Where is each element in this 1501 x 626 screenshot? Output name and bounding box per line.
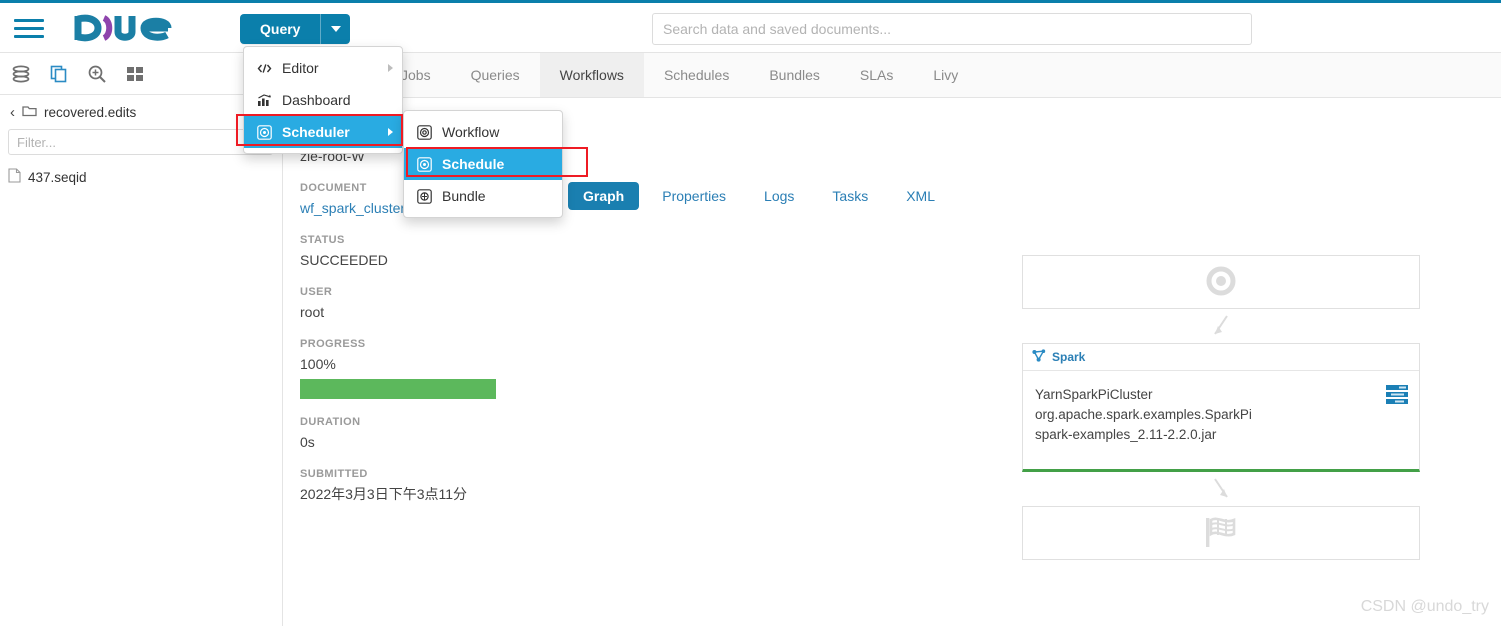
menu-item-schedule[interactable]: Schedule — [404, 148, 562, 180]
search-plus-icon[interactable] — [86, 63, 108, 85]
documents-icon[interactable] — [48, 63, 70, 85]
tab-logs[interactable]: Logs — [749, 182, 809, 210]
back-chevron-icon[interactable]: ‹ — [10, 105, 15, 120]
spark-node-header: Spark — [1023, 344, 1419, 371]
submenu-arrow-icon — [388, 128, 393, 136]
query-dropdown-menu: Editor Dashboard Scheduler — [243, 46, 403, 154]
spark-node-line-3: spark-examples_2.11-2.2.0.jar — [1035, 427, 1217, 442]
arrow-down-right-icon — [1022, 472, 1420, 506]
menu-item-label: Schedule — [442, 156, 505, 172]
menu-item-scheduler[interactable]: Scheduler — [244, 116, 402, 148]
tab-queries[interactable]: Queries — [451, 53, 540, 97]
schedule-icon — [416, 156, 433, 172]
tab-graph[interactable]: Graph — [568, 182, 640, 210]
breadcrumb: ‹ recovered.edits — [0, 95, 282, 129]
file-list: 437.seqid — [8, 165, 276, 189]
graph-action-node-spark[interactable]: Spark YarnSparkPiCluster org.apache.spar… — [1022, 343, 1420, 472]
field-label-progress: PROGRESS — [300, 338, 366, 350]
finish-flag-icon — [1201, 515, 1241, 552]
grid-icon[interactable] — [124, 63, 146, 85]
bundle-icon — [416, 188, 433, 204]
menu-item-label: Bundle — [442, 188, 486, 204]
browser-nav-bar: Browser Jobs Queries Workflows Schedules… — [283, 53, 1501, 98]
graph-end-node[interactable] — [1022, 506, 1420, 560]
server-bars-icon[interactable] — [1386, 385, 1408, 408]
field-value-duration: 0s — [300, 434, 315, 450]
folder-icon — [22, 104, 37, 120]
menu-item-editor[interactable]: Editor — [244, 52, 402, 84]
tab-workflows[interactable]: Workflows — [539, 53, 644, 97]
start-circle-icon — [1204, 264, 1238, 301]
menu-item-bundle[interactable]: Bundle — [404, 180, 562, 212]
field-value-progress: 100% — [300, 356, 336, 372]
tab-properties[interactable]: Properties — [647, 182, 741, 210]
sidebar-tool-row — [0, 53, 282, 95]
watermark: CSDN @undo_try — [1360, 598, 1489, 615]
spark-node-body: YarnSparkPiCluster org.apache.spark.exam… — [1023, 371, 1419, 469]
tab-xml[interactable]: XML — [891, 182, 950, 210]
tab-bundles[interactable]: Bundles — [749, 53, 840, 97]
code-icon — [256, 62, 273, 75]
field-label-submitted: SUBMITTED — [300, 468, 368, 480]
tab-slas[interactable]: SLAs — [840, 53, 913, 97]
spark-node-line-1: YarnSparkPiCluster — [1035, 387, 1153, 402]
graph-start-node[interactable] — [1022, 255, 1420, 309]
workflow-graph: Spark YarnSparkPiCluster org.apache.spar… — [1022, 255, 1420, 560]
chart-bar-icon — [256, 93, 273, 107]
spark-node-type-label: Spark — [1052, 350, 1086, 364]
tab-livy[interactable]: Livy — [913, 53, 978, 97]
spark-icon — [1032, 349, 1046, 365]
app-header: Query — [0, 3, 1501, 53]
tab-tasks[interactable]: Tasks — [817, 182, 883, 210]
list-item[interactable]: 437.seqid — [8, 165, 276, 189]
hue-logo-icon — [74, 14, 172, 42]
field-value-submitted: 2022年3月3日下午3点11分 — [300, 486, 468, 502]
scheduler-submenu: Workflow Schedule Bundle — [403, 110, 563, 218]
menu-item-label: Editor — [282, 60, 319, 76]
workflow-icon — [416, 124, 433, 140]
submenu-arrow-icon — [388, 64, 393, 72]
menu-item-label: Workflow — [442, 124, 500, 140]
menu-item-workflow[interactable]: Workflow — [404, 116, 562, 148]
menu-item-dashboard[interactable]: Dashboard — [244, 84, 402, 116]
menu-item-label: Scheduler — [282, 124, 350, 140]
progress-bar-fill — [300, 379, 496, 399]
breadcrumb-label[interactable]: recovered.edits — [44, 105, 136, 120]
content-tab-bar: Graph Properties Logs Tasks XML — [568, 182, 950, 210]
hamburger-icon[interactable] — [14, 15, 44, 41]
field-label-user: USER — [300, 286, 333, 298]
left-sidebar: ‹ recovered.edits 437.seqid — [0, 53, 283, 626]
field-label-status: STATUS — [300, 234, 345, 246]
field-value-user: root — [300, 304, 325, 320]
file-icon — [8, 168, 21, 186]
progress-bar — [300, 379, 496, 399]
query-dropdown-toggle[interactable] — [320, 14, 350, 44]
menu-item-label: Dashboard — [282, 92, 351, 108]
status-badge: SUCCEEDED — [300, 252, 388, 268]
database-icon[interactable] — [10, 63, 32, 85]
file-name: 437.seqid — [28, 169, 87, 185]
query-button-label: Query — [260, 21, 301, 37]
search-input[interactable] — [652, 13, 1252, 45]
query-button[interactable]: Query — [240, 14, 351, 44]
target-icon — [256, 124, 273, 140]
hue-logo[interactable] — [74, 12, 184, 44]
tab-schedules[interactable]: Schedules — [644, 53, 749, 97]
arrow-down-left-icon — [1022, 309, 1420, 343]
spark-node-line-2: org.apache.spark.examples.SparkPi — [1035, 407, 1252, 422]
filter-input[interactable] — [8, 129, 273, 155]
chevron-down-icon — [330, 26, 341, 32]
field-label-duration: DURATION — [300, 416, 361, 428]
